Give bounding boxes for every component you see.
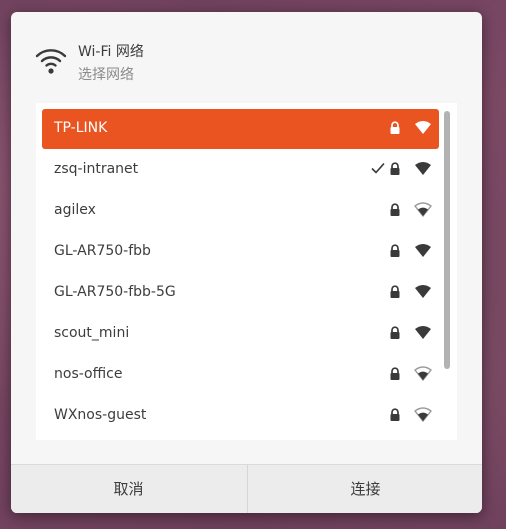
network-name: GL-AR750-fbb-5G [54,284,176,300]
network-name: WXnos-guest [54,407,147,423]
network-name: TP-LINK [54,120,108,136]
network-name: scout_mini [54,325,130,341]
wifi-signal-icon [414,202,432,218]
network-row[interactable]: WXnos-guest [42,396,439,436]
dialog-subtitle: 选择网络 [78,67,134,83]
dialog-title: Wi-Fi 网络 [78,44,144,60]
list-scrollbar[interactable] [444,111,450,369]
lock-icon [388,408,402,422]
lock-icon [388,203,402,217]
network-row[interactable]: zsq-intranet [42,150,439,190]
network-row[interactable]: TP-LINK [42,109,439,149]
lock-icon [388,285,402,299]
network-row[interactable]: GL-AR750-fbb [42,232,439,272]
wifi-signal-icon [414,325,432,341]
dialog-header: Wi-Fi 网络 选择网络 [11,12,482,102]
network-row[interactable]: nos-office [42,355,439,395]
wifi-signal-icon [414,407,432,423]
network-name: GL-AR750-fbb [54,243,151,259]
wifi-signal-icon [414,161,432,177]
wifi-signal-icon [414,243,432,259]
lock-icon [388,121,402,135]
network-name: zsq-intranet [54,161,139,177]
dialog-footer: 取消 连接 [11,464,482,513]
connect-button[interactable]: 连接 [247,465,482,513]
wifi-network-dialog: Wi-Fi 网络 选择网络 TP-LINK zsq-intranet agilex G… [11,12,482,513]
wifi-signal-icon [414,366,432,382]
lock-icon [388,162,402,176]
network-row[interactable]: scout_mini [42,314,439,354]
network-list[interactable]: TP-LINK zsq-intranet agilex GL-AR750-fbb GL-… [36,103,457,440]
lock-icon [388,367,402,381]
cancel-button[interactable]: 取消 [11,465,246,513]
lock-icon [388,244,402,258]
checkmark-icon [370,160,386,176]
lock-icon [388,326,402,340]
network-row[interactable]: agilex [42,191,439,231]
wifi-icon [35,49,67,74]
wifi-signal-icon [414,284,432,300]
network-name: agilex [54,202,96,218]
network-row[interactable]: GL-AR750-fbb-5G [42,273,439,313]
network-name: nos-office [54,366,123,382]
wifi-signal-icon [414,120,432,136]
